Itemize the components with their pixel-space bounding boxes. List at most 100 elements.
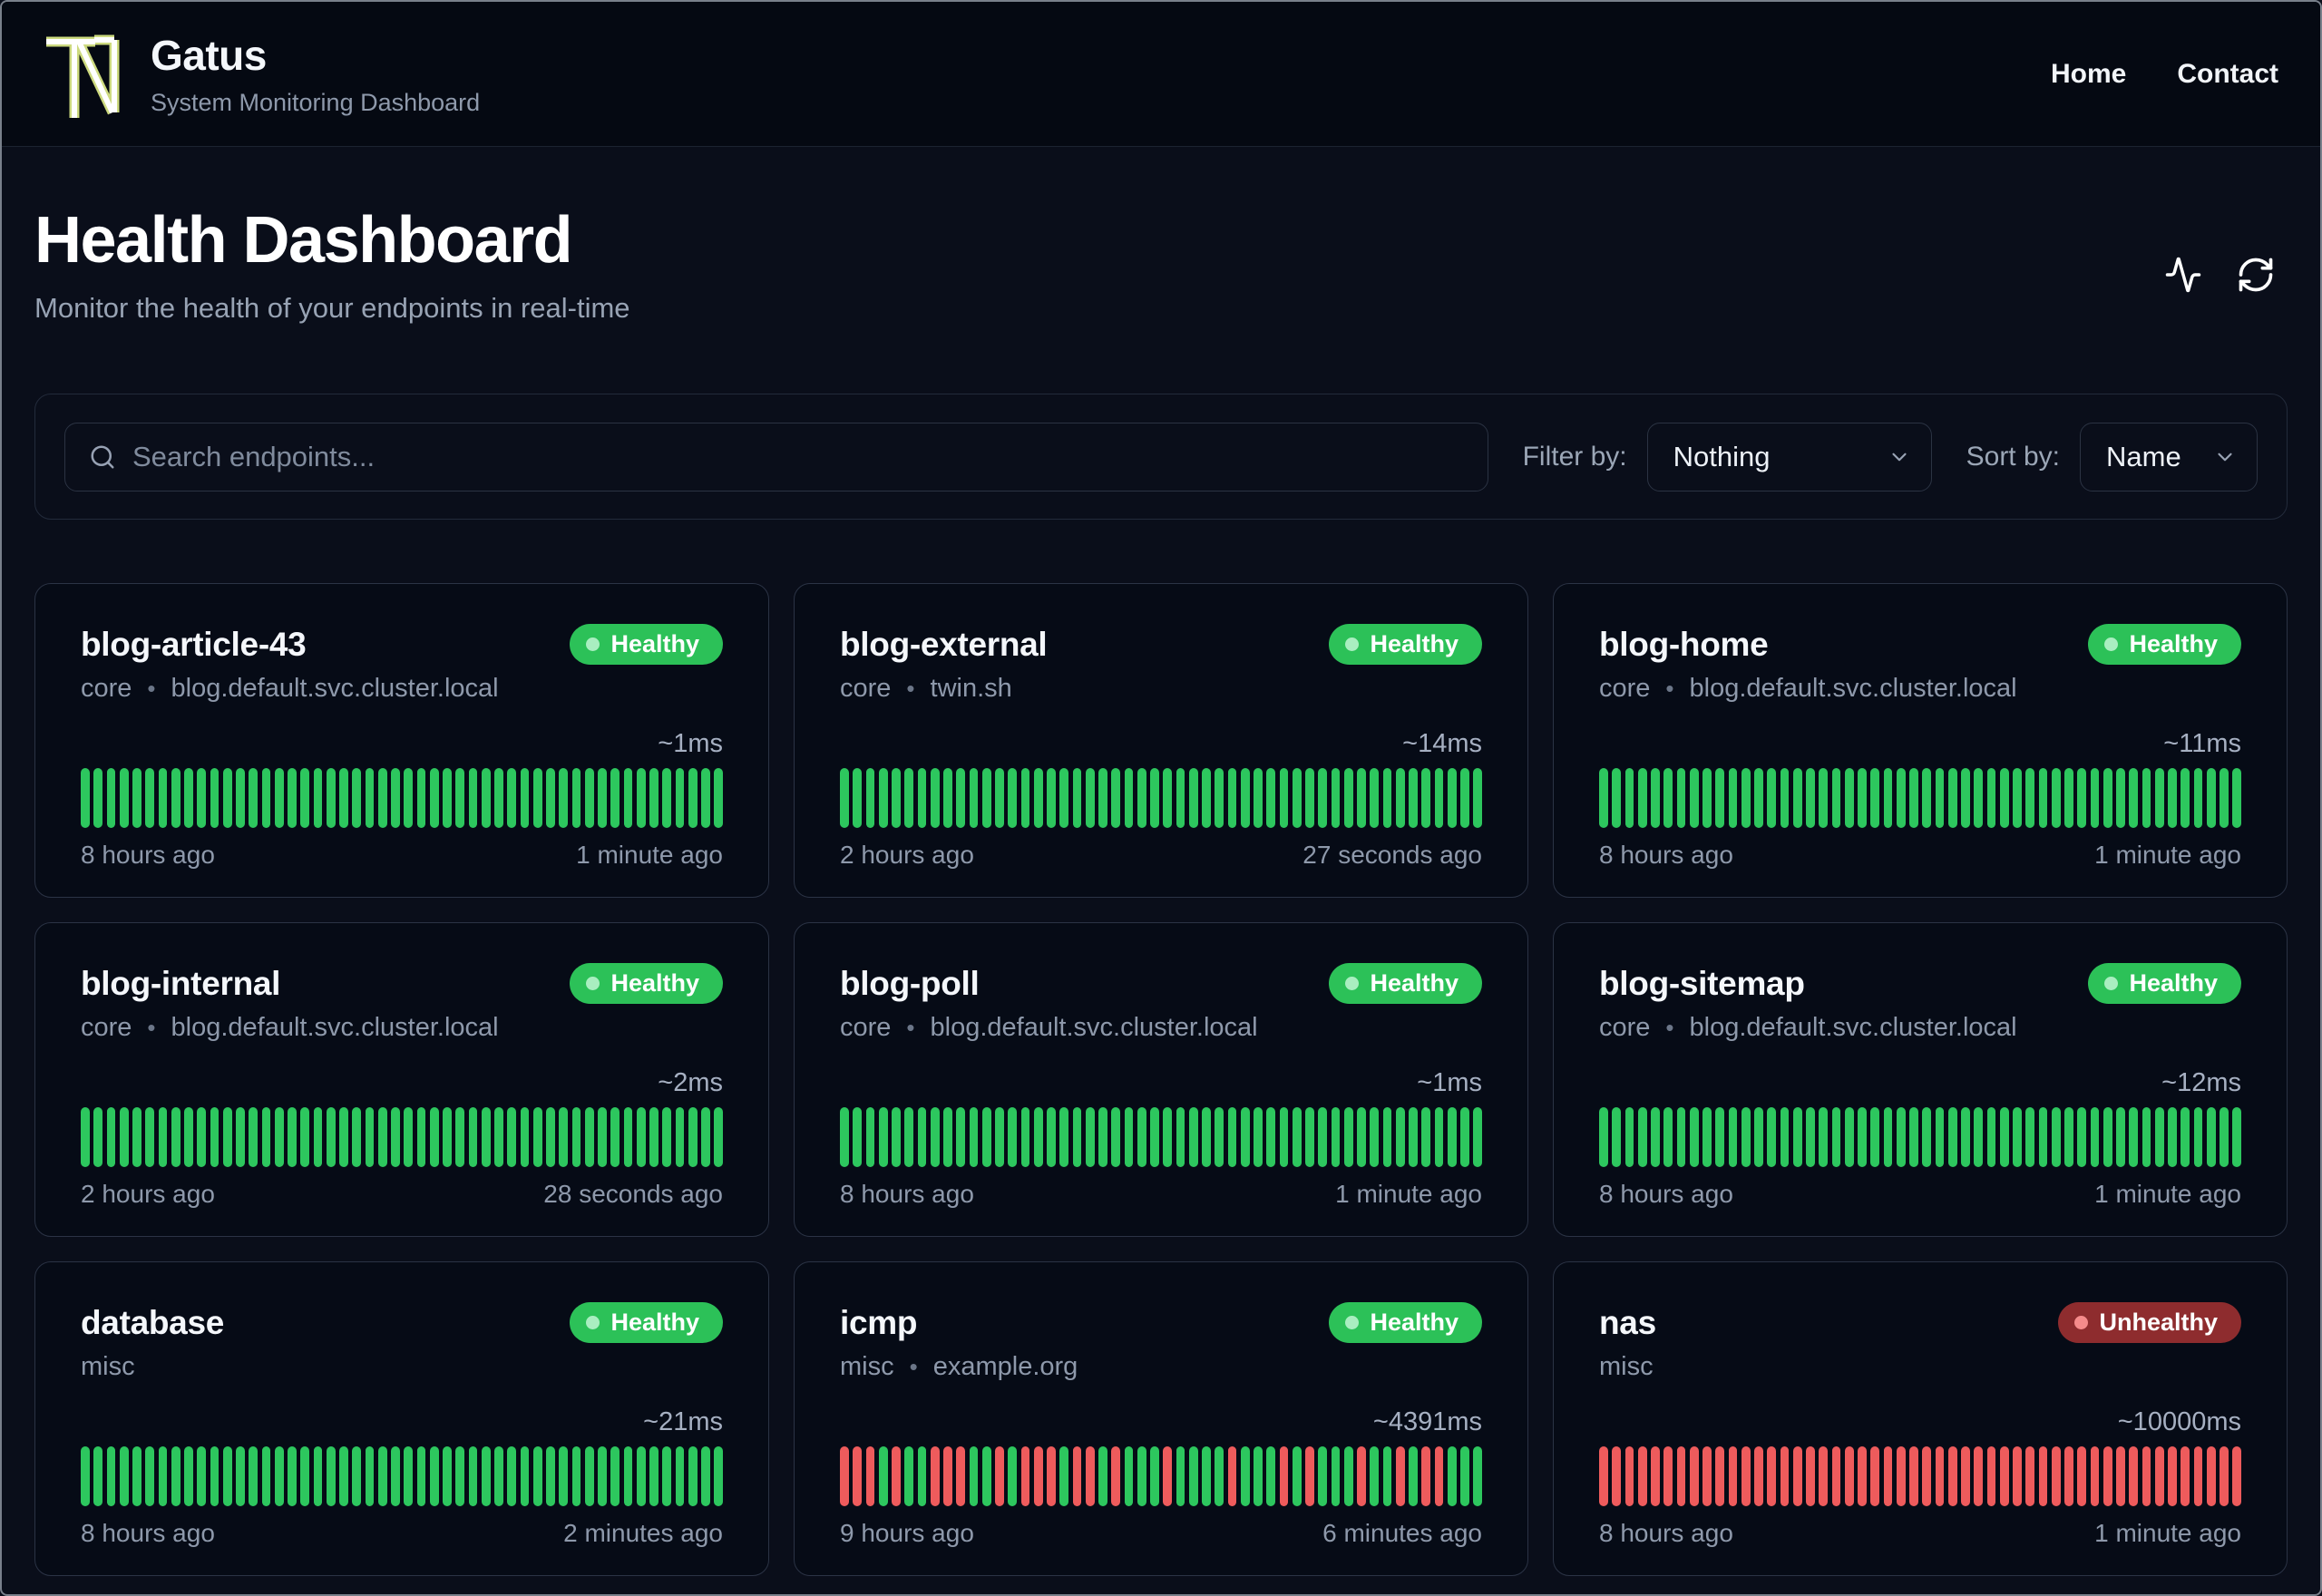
history-bar: [300, 768, 309, 828]
history-bar: [1473, 768, 1482, 828]
history-bar: [1922, 1446, 1931, 1506]
card-head: database Healthy: [81, 1302, 723, 1343]
refresh-button[interactable]: [2235, 254, 2277, 296]
endpoint-host: example.org: [932, 1352, 1078, 1381]
endpoint-group: core: [81, 1013, 132, 1042]
history-bar: [649, 768, 659, 828]
history-bar: [1124, 1446, 1134, 1506]
endpoint-card[interactable]: icmp Healthy misc • example.org ~4391ms …: [794, 1261, 1528, 1576]
history-bar: [571, 1446, 581, 1506]
endpoint-card[interactable]: nas Unhealthy misc ~10000ms 8 hours ago …: [1553, 1261, 2288, 1576]
history-bar: [904, 768, 913, 828]
history-bar: [1637, 1446, 1647, 1506]
history-bar: [119, 768, 129, 828]
history-bar: [1624, 1107, 1634, 1167]
endpoint-card[interactable]: blog-home Healthy core • blog.default.sv…: [1553, 583, 2288, 898]
history-bar: [443, 1446, 452, 1506]
history-bar: [1999, 1107, 2009, 1167]
history-bar: [1858, 1107, 1867, 1167]
history-bar: [688, 768, 698, 828]
history-bar: [404, 1107, 413, 1167]
status-label: Healthy: [1370, 630, 1459, 657]
history-bar: [1188, 768, 1198, 828]
newest-timestamp: 28 seconds ago: [543, 1180, 723, 1208]
endpoint-card[interactable]: blog-external Healthy core • twin.sh ~14…: [794, 583, 1528, 898]
history-bar: [184, 768, 193, 828]
history-bar: [662, 768, 671, 828]
card-head: blog-sitemap Healthy: [1599, 963, 2241, 1004]
history-bar: [1059, 1446, 1068, 1506]
history-bar: [1935, 1446, 1945, 1506]
history-bar: [1137, 1107, 1146, 1167]
history-bar: [222, 768, 232, 828]
activity-button[interactable]: [2162, 254, 2204, 296]
history-bar: [546, 1107, 555, 1167]
sort-control: Sort by: Name: [1966, 422, 2258, 491]
card-head: blog-internal Healthy: [81, 963, 723, 1004]
history-bar: [1240, 1446, 1250, 1506]
history-bar: [1202, 1107, 1211, 1167]
status-badge: Healthy: [570, 1302, 723, 1343]
endpoint-card[interactable]: blog-internal Healthy core • blog.defaul…: [34, 922, 769, 1237]
history-bar: [119, 1446, 129, 1506]
history-bar: [1896, 1446, 1906, 1506]
nav-link-home[interactable]: Home: [2051, 59, 2126, 90]
main-content: Health Dashboard Monitor the health of y…: [2, 147, 2320, 1576]
history-bar: [313, 768, 323, 828]
history-bar: [1986, 1446, 1996, 1506]
endpoint-meta: misc • example.org: [840, 1352, 1482, 1382]
history-bar: [1637, 1107, 1647, 1167]
history-bar: [1111, 768, 1120, 828]
history-bar: [1689, 768, 1699, 828]
oldest-timestamp: 9 hours ago: [840, 1519, 974, 1547]
status-badge: Healthy: [570, 963, 723, 1004]
history-bar: [1702, 1446, 1712, 1506]
status-badge: Healthy: [1329, 1302, 1482, 1343]
status-label: Unhealthy: [2099, 1309, 2218, 1336]
history-bar: [2025, 768, 2034, 828]
page-actions: [2162, 254, 2277, 296]
history-bar: [1741, 1446, 1751, 1506]
meta-separator: •: [147, 675, 156, 702]
oldest-timestamp: 8 hours ago: [81, 1519, 215, 1547]
history-bar: [2154, 1107, 2164, 1167]
endpoint-meta: core • blog.default.svc.cluster.local: [81, 1013, 723, 1043]
history-bar: [1767, 1107, 1776, 1167]
app-header: Gatus System Monitoring Dashboard Home C…: [2, 2, 2320, 147]
endpoint-card[interactable]: database Healthy misc ~21ms 8 hours ago …: [34, 1261, 769, 1576]
history-bar: [1111, 1446, 1120, 1506]
history-bar: [404, 768, 413, 828]
history-bar: [507, 1107, 516, 1167]
history-bar: [1624, 768, 1634, 828]
history-bar: [2102, 1107, 2112, 1167]
history-bar: [2077, 768, 2086, 828]
history-bar: [840, 1107, 849, 1167]
history-bar: [930, 1107, 940, 1167]
history-bar: [93, 768, 102, 828]
page-subtitle: Monitor the health of your endpoints in …: [34, 292, 630, 324]
history-bar: [853, 1446, 862, 1506]
history-bar: [2168, 768, 2177, 828]
history-bar: [494, 768, 503, 828]
history-bar: [2102, 768, 2112, 828]
history-bar: [520, 1107, 530, 1167]
history-bar: [1254, 768, 1263, 828]
endpoint-card[interactable]: blog-poll Healthy core • blog.default.sv…: [794, 922, 1528, 1237]
history-bar: [853, 768, 862, 828]
sort-select[interactable]: Name: [2080, 422, 2258, 491]
endpoint-card[interactable]: blog-sitemap Healthy core • blog.default…: [1553, 922, 2288, 1237]
history-bar: [2102, 1446, 2112, 1506]
filter-select[interactable]: Nothing: [1646, 422, 1932, 491]
search-input[interactable]: [132, 440, 1464, 473]
history-bar: [1266, 1107, 1275, 1167]
nav-link-contact[interactable]: Contact: [2177, 59, 2278, 90]
history-bar: [2168, 1107, 2177, 1167]
status-dot-icon: [586, 977, 600, 990]
history-bar: [2232, 1446, 2241, 1506]
history-bar: [917, 1107, 927, 1167]
history-bar: [261, 768, 271, 828]
latency-value: ~2ms: [658, 1068, 723, 1097]
history-bar: [1754, 1107, 1763, 1167]
history-bar: [1883, 1446, 1893, 1506]
endpoint-card[interactable]: blog-article-43 Healthy core • blog.defa…: [34, 583, 769, 898]
